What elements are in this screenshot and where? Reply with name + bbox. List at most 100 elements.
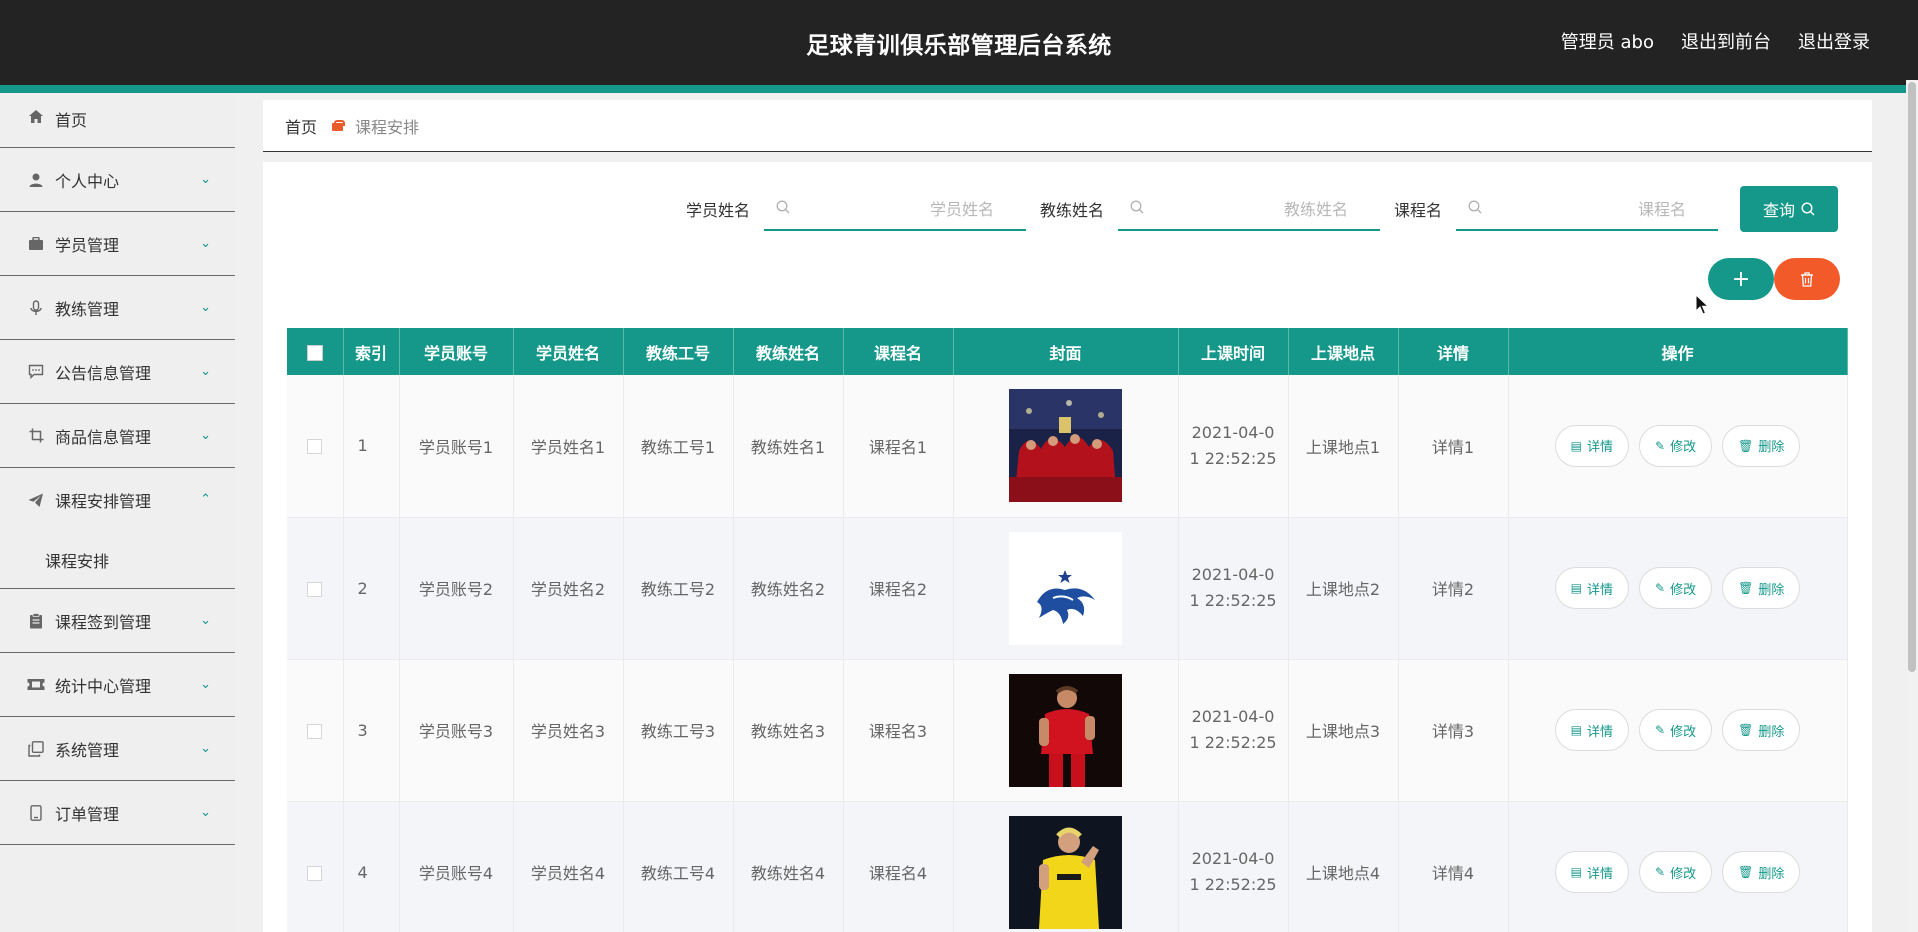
sidebar-item-label: 公告信息管理 xyxy=(55,363,152,383)
edit-button[interactable]: ✎ 修改 xyxy=(1639,851,1713,893)
delete-button[interactable]: 🗑 删除 xyxy=(1722,567,1801,609)
detail-cell: 详情4 xyxy=(1398,801,1509,932)
query-button[interactable]: 查询 xyxy=(1740,186,1838,232)
delete-button-label: 删除 xyxy=(1758,440,1785,456)
select-all-checkbox[interactable] xyxy=(306,344,323,361)
admin-user-link[interactable]: 管理员 abo xyxy=(1561,28,1654,54)
page-scrollbar-thumb[interactable] xyxy=(1908,82,1916,672)
delete-button[interactable]: 🗑 删除 xyxy=(1722,424,1801,467)
course-name-label: 课程名 xyxy=(1393,201,1442,220)
edit-button-label: 修改 xyxy=(1670,866,1697,882)
sidebar-subitem-course-schedule[interactable]: 课程安排 xyxy=(0,532,235,589)
user-icon xyxy=(26,171,46,189)
column-header: 课程名 xyxy=(843,328,954,375)
batch-delete-button[interactable] xyxy=(1774,258,1840,300)
document-icon: ▤ xyxy=(1570,438,1582,453)
search-icon xyxy=(1130,199,1144,218)
plus-icon: + xyxy=(1731,266,1751,292)
go-front-link[interactable]: 退出到前台 xyxy=(1681,28,1771,54)
edit-icon: ✎ xyxy=(1655,723,1666,737)
index-cell: 3 xyxy=(343,659,400,802)
row-select-cell xyxy=(287,517,344,660)
search-bar: 学员姓名 教练姓名 课程名 查询 xyxy=(686,186,1838,232)
actions-cell: ▤ 详情 ✎ 修改 🗑 删除 xyxy=(1508,659,1848,802)
clipboard-icon xyxy=(26,612,46,630)
trash-icon: 🗑 xyxy=(1738,438,1754,453)
ticket-icon xyxy=(26,676,46,694)
index-cell: 2 xyxy=(343,517,400,660)
sidebar-item-course-schedule[interactable]: 课程安排管理 ⌃ xyxy=(0,468,235,532)
student-name-cell: 学员姓名2 xyxy=(513,517,624,660)
sidebar-item-personal[interactable]: 个人中心 ⌄ xyxy=(0,148,235,212)
table-row: 1 学员账号1 学员姓名1 教练工号1 教练姓名1 课程名1 2021-04-0… xyxy=(287,375,1848,518)
sidebar-item-announcements[interactable]: 公告信息管理 ⌄ xyxy=(0,340,235,404)
search-icon xyxy=(776,199,790,218)
document-icon: ▤ xyxy=(1570,581,1582,595)
trash-icon: 🗑 xyxy=(1738,581,1754,595)
detail-button[interactable]: ▤ 详情 xyxy=(1554,567,1630,609)
cover-image xyxy=(1009,531,1122,645)
sidebar-item-coaches[interactable]: 教练管理 ⌄ xyxy=(0,276,235,340)
course-name-cell: 课程名3 xyxy=(843,659,954,802)
edit-button[interactable]: ✎ 修改 xyxy=(1639,709,1713,751)
student-name-cell: 学员姓名4 xyxy=(513,801,624,932)
student-name-input[interactable] xyxy=(799,193,994,225)
sidebar-item-label: 学员管理 xyxy=(55,235,120,255)
sidebar-item-label: 个人中心 xyxy=(55,171,120,191)
message-icon xyxy=(26,363,46,381)
sidebar-item-label: 课程签到管理 xyxy=(55,612,152,632)
sidebar-item-label: 统计中心管理 xyxy=(55,676,152,696)
logout-link[interactable]: 退出登录 xyxy=(1798,28,1870,54)
table-header-row: 索引 学员账号 学员姓名 教练工号 教练姓名 课程名 封面 上课时间 上课地点 … xyxy=(287,328,1848,375)
edit-button[interactable]: ✎ 修改 xyxy=(1639,424,1713,467)
row-checkbox[interactable] xyxy=(307,581,323,597)
trash-icon: 🗑 xyxy=(1738,865,1754,879)
detail-button[interactable]: ▤ 详情 xyxy=(1554,709,1630,751)
student-account-cell: 学员账号3 xyxy=(399,659,514,802)
edit-button[interactable]: ✎ 修改 xyxy=(1639,567,1713,609)
student-account-cell: 学员账号4 xyxy=(399,801,514,932)
actions-cell: ▤ 详情 ✎ 修改 🗑 删除 xyxy=(1508,517,1848,660)
sidebar-item-products[interactable]: 商品信息管理 ⌄ xyxy=(0,404,235,468)
search-icon xyxy=(1468,199,1482,218)
sidebar-item-system[interactable]: 系统管理 ⌄ xyxy=(0,717,235,781)
main-panel: 学员姓名 教练姓名 课程名 查询 + xyxy=(263,162,1872,932)
course-name-input[interactable] xyxy=(1492,193,1686,225)
column-header: 上课时间 xyxy=(1178,328,1289,375)
sidebar-item-label: 首页 xyxy=(55,111,88,130)
column-header: 上课地点 xyxy=(1288,328,1399,375)
row-select-cell xyxy=(287,375,344,518)
sidebar-item-orders[interactable]: 订单管理 ⌄ xyxy=(0,781,235,845)
chevron-down-icon: ⌄ xyxy=(200,612,211,628)
row-checkbox[interactable] xyxy=(307,439,323,455)
table-row: 2 学员账号2 学员姓名2 教练工号2 教练姓名2 课程名2 2021-04-0… xyxy=(287,517,1848,660)
sidebar-item-checkin[interactable]: 课程签到管理 ⌄ xyxy=(0,589,235,653)
coach-id-cell: 教练工号4 xyxy=(623,801,734,932)
copy-icon xyxy=(26,740,46,758)
column-header: 学员姓名 xyxy=(513,328,624,375)
row-checkbox[interactable] xyxy=(307,865,323,881)
sidebar-item-label: 订单管理 xyxy=(55,804,120,824)
delete-button[interactable]: 🗑 删除 xyxy=(1722,851,1801,893)
sidebar-item-home[interactable]: 首页 xyxy=(0,93,235,148)
coach-name-label: 教练姓名 xyxy=(1039,201,1104,220)
paper-plane-icon xyxy=(26,491,46,509)
chevron-down-icon: ⌄ xyxy=(200,363,211,379)
cover-image xyxy=(1009,815,1122,929)
class-time-cell: 2021-04-01 22:52:25 xyxy=(1178,801,1289,932)
class-time-cell: 2021-04-01 22:52:25 xyxy=(1178,517,1289,660)
cover-image xyxy=(1009,389,1122,503)
detail-button[interactable]: ▤ 详情 xyxy=(1554,424,1630,467)
delete-button[interactable]: 🗑 删除 xyxy=(1722,709,1801,751)
table-row: 3 学员账号3 学员姓名3 教练工号3 教练姓名3 课程名3 2021-04-0… xyxy=(287,659,1848,802)
detail-button[interactable]: ▤ 详情 xyxy=(1554,851,1630,893)
coach-name-input[interactable] xyxy=(1153,193,1348,225)
column-header: 教练姓名 xyxy=(733,328,844,375)
sidebar-item-students[interactable]: 学员管理 ⌄ xyxy=(0,212,235,276)
sidebar-item-statistics[interactable]: 统计中心管理 ⌄ xyxy=(0,653,235,717)
breadcrumb-home[interactable]: 首页 xyxy=(285,114,317,138)
class-place-cell: 上课地点1 xyxy=(1288,375,1399,518)
row-checkbox[interactable] xyxy=(307,723,323,739)
actions-cell: ▤ 详情 ✎ 修改 🗑 删除 xyxy=(1508,375,1848,518)
add-button[interactable]: + xyxy=(1708,258,1774,300)
